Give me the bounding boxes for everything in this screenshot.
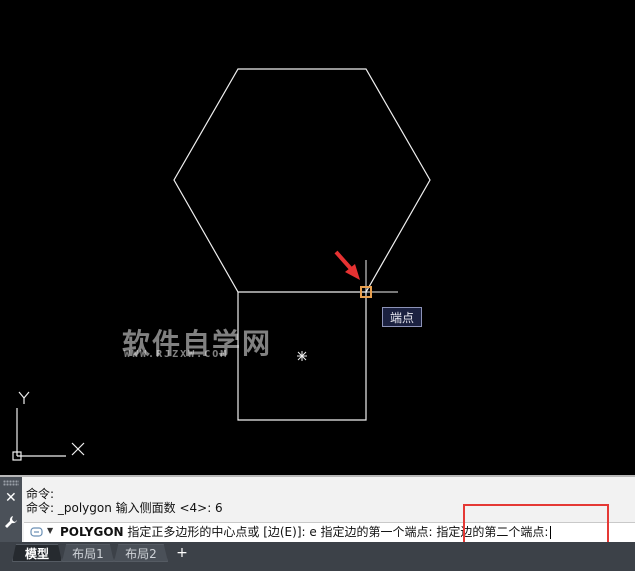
command-prompt-icon[interactable] <box>30 526 44 538</box>
watermark-url: WWW.RJZXW.COM <box>124 349 229 360</box>
history-line: 命令: <box>26 487 55 501</box>
ucs-icon <box>12 391 85 461</box>
command-panel-sidebar: ✕ <box>0 477 22 542</box>
close-icon[interactable]: ✕ <box>5 491 17 505</box>
layout-tab-bar: 模型 布局1 布局2 + <box>0 542 635 571</box>
wrench-icon[interactable] <box>4 515 18 529</box>
history-line: 命令: _polygon 输入侧面数 <4>: 6 <box>26 501 223 515</box>
add-layout-button[interactable]: + <box>172 544 192 562</box>
tab-layout2[interactable]: 布局2 <box>114 544 168 562</box>
command-history: 命令: 命令: _polygon 输入侧面数 <4>: 6 <box>26 487 223 515</box>
annotation-arrow <box>334 250 360 280</box>
tab-layout1[interactable]: 布局1 <box>62 544 114 562</box>
recent-commands-dropdown-icon[interactable]: ▼ <box>47 526 53 535</box>
endpoint-tooltip: 端点 <box>382 307 422 327</box>
hexagon-shape[interactable] <box>173 68 431 293</box>
drawing-svg[interactable] <box>0 0 635 475</box>
tab-model[interactable]: 模型 <box>12 544 62 562</box>
drawing-canvas[interactable]: 端点 软件自学网 WWW.RJZXW.COM <box>0 0 635 475</box>
prompt-command-name: POLYGON <box>60 525 124 539</box>
center-marker <box>297 351 307 361</box>
drag-grip-icon[interactable] <box>3 480 19 486</box>
